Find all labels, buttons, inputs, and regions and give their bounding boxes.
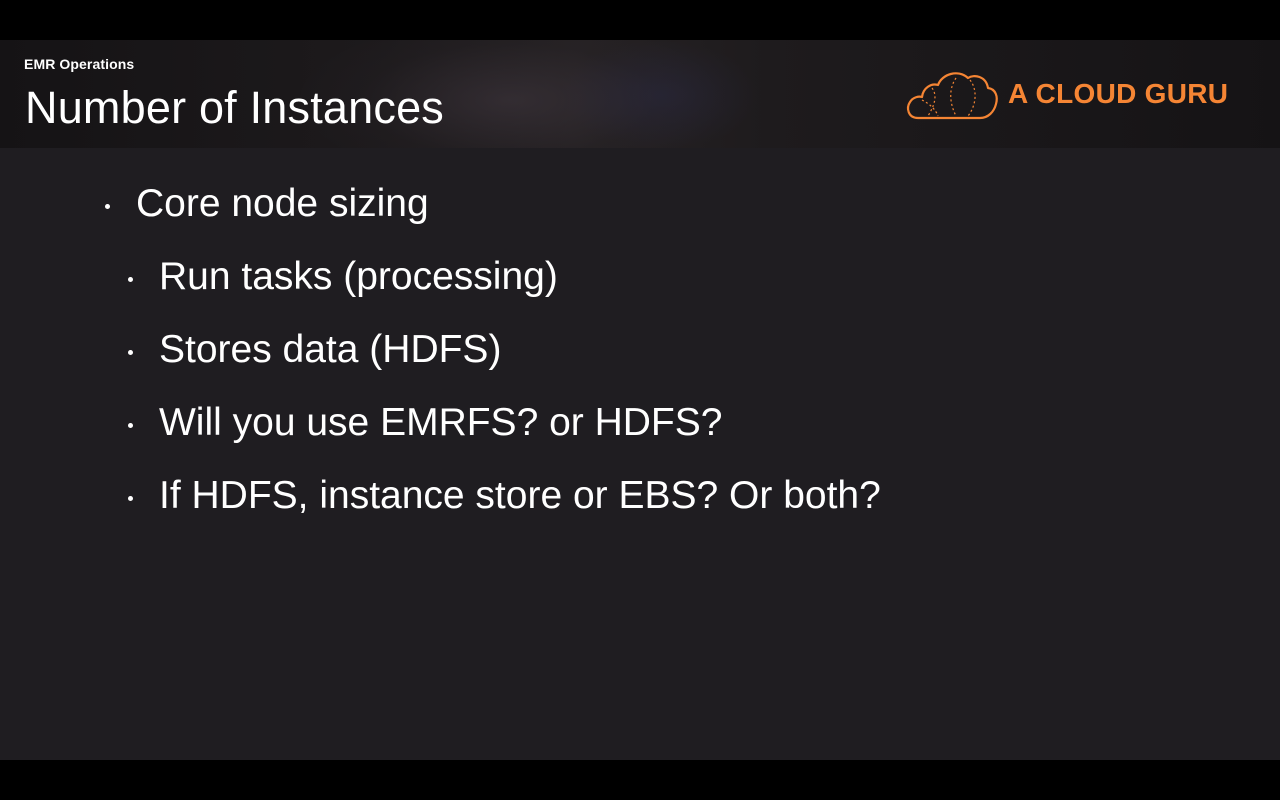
presenter-video-background-detail: [560, 40, 760, 148]
bullet-dot-icon: [128, 496, 133, 501]
section-label: EMR Operations: [24, 56, 135, 72]
bullet-text: Core node sizing: [136, 182, 429, 225]
brand-logo: A CLOUD GURU: [904, 66, 1244, 122]
bullet-text: Run tasks (processing): [159, 255, 558, 298]
cloud-logo-icon: [907, 72, 998, 120]
bullet-item: Core node sizing: [105, 182, 429, 226]
bullet-text: Stores data (HDFS): [159, 328, 502, 371]
brand-name: A CLOUD GURU: [1008, 78, 1229, 109]
bullet-dot-icon: [105, 204, 110, 209]
bullet-item: Stores data (HDFS): [128, 328, 502, 372]
bullet-dot-icon: [128, 277, 133, 282]
letterbox-bottom: [0, 760, 1280, 800]
slide-title: Number of Instances: [25, 82, 444, 133]
bullet-item: Run tasks (processing): [128, 255, 558, 299]
slide: EMR Operations Number of Instances A CLO…: [0, 40, 1280, 760]
letterbox-top: [0, 0, 1280, 40]
bullet-item: Will you use EMRFS? or HDFS?: [128, 401, 723, 445]
bullet-dot-icon: [128, 350, 133, 355]
bullet-dot-icon: [128, 423, 133, 428]
bullet-text: Will you use EMRFS? or HDFS?: [159, 401, 723, 444]
bullet-text: If HDFS, instance store or EBS? Or both?: [159, 474, 881, 517]
bullet-item: If HDFS, instance store or EBS? Or both?: [128, 474, 881, 518]
slide-header: EMR Operations Number of Instances A CLO…: [0, 40, 1280, 148]
